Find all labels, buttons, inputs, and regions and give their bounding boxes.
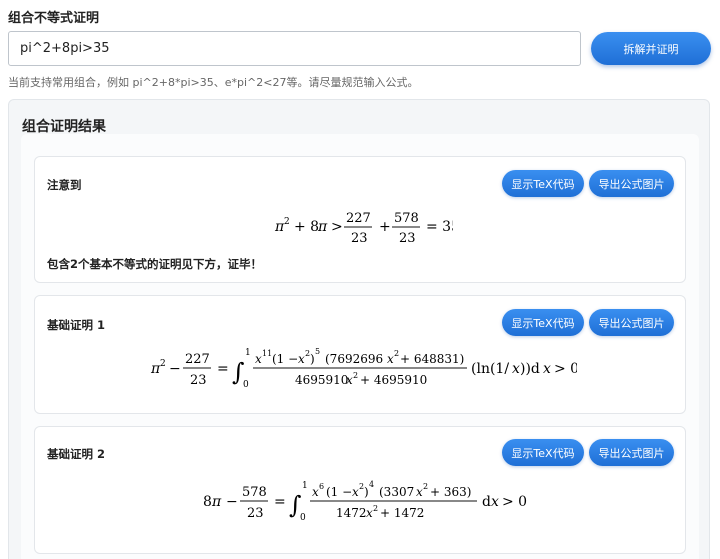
svg-text:4695910: 4695910	[295, 373, 348, 387]
card-title: 基础证明 2	[47, 447, 106, 461]
svg-text:x: x	[543, 361, 551, 377]
show-tex-button[interactable]: 显示TeX代码	[502, 170, 584, 197]
svg-text:1: 1	[302, 481, 308, 491]
hint-text: 当前支持常用组合，例如 pi^2+8*pi>35、e*pi^2<27等。请尽量规…	[8, 76, 419, 89]
svg-text:+ 4695910: + 4695910	[360, 373, 427, 387]
svg-text:5: 5	[315, 347, 320, 356]
formula-summary: π 2 + 8 π > 227 23 + 578 23 = 35	[274, 211, 453, 246]
input-row: 拆解并证明	[8, 31, 712, 67]
svg-text:))d: ))d	[520, 361, 540, 377]
svg-text:): )	[310, 352, 315, 366]
svg-text:2: 2	[160, 359, 166, 369]
svg-text:2: 2	[423, 482, 428, 491]
svg-text:0: 0	[300, 513, 306, 523]
svg-text:11: 11	[262, 349, 272, 358]
svg-text:578: 578	[394, 211, 419, 226]
svg-text:x: x	[512, 361, 520, 377]
prove-button[interactable]: 拆解并证明	[591, 32, 711, 65]
svg-text:1: 1	[245, 348, 251, 358]
svg-text:> 0: > 0	[502, 494, 527, 510]
card-summary: 注意到 显示TeX代码 导出公式图片 π 2 + 8 π > 227 23 + …	[34, 156, 686, 283]
summary-footer: 包含2个基本不等式的证明见下方，证毕！	[47, 257, 262, 271]
svg-text:> 0: > 0	[554, 361, 577, 377]
result-title: 组合证明结果	[22, 119, 106, 135]
svg-text:= 35: = 35	[426, 219, 453, 235]
svg-text:x: x	[298, 352, 305, 366]
card-proof-1: 基础证明 1 显示TeX代码 导出公式图片 π 2 − 227 23 = ∫ 1…	[34, 295, 686, 414]
svg-text:+: +	[379, 219, 391, 235]
formula-proof-2: 8 π − 578 23 = ∫ 1 0 x 6 (1 − x 2 ) 4 (3…	[203, 480, 527, 523]
svg-text:+ 8: + 8	[294, 219, 319, 235]
svg-text:π: π	[211, 494, 222, 510]
svg-text:23: 23	[399, 231, 416, 246]
export-image-button[interactable]: 导出公式图片	[589, 170, 674, 197]
svg-text:2: 2	[284, 217, 290, 227]
result-inner: 注意到 显示TeX代码 导出公式图片 π 2 + 8 π > 227 23 + …	[21, 134, 699, 559]
svg-text:x: x	[387, 352, 394, 366]
svg-text:x: x	[491, 494, 499, 510]
svg-text:227: 227	[346, 211, 371, 226]
svg-text:4: 4	[369, 480, 374, 489]
svg-text:(1 −: (1 −	[272, 352, 298, 366]
svg-text:x: x	[312, 485, 319, 499]
export-image-button[interactable]: 导出公式图片	[589, 309, 674, 336]
svg-text:π: π	[317, 219, 328, 235]
svg-text:23: 23	[190, 373, 207, 388]
svg-text:0: 0	[243, 380, 249, 390]
svg-text:−: −	[169, 361, 181, 377]
svg-text:(3307: (3307	[379, 485, 414, 499]
svg-text:2: 2	[353, 371, 358, 380]
svg-text:x: x	[352, 485, 359, 499]
svg-text:x: x	[346, 373, 353, 387]
export-image-button[interactable]: 导出公式图片	[589, 439, 674, 466]
formula-input[interactable]	[8, 31, 581, 66]
svg-text:23: 23	[351, 231, 368, 246]
result-panel: 组合证明结果 注意到 显示TeX代码 导出公式图片 π 2 + 8 π > 22…	[8, 99, 710, 559]
svg-text:(7692696: (7692696	[325, 352, 383, 366]
svg-text:(ln(1/: (ln(1/	[471, 361, 509, 377]
svg-text:+ 363): + 363)	[430, 485, 471, 499]
svg-text:2: 2	[373, 504, 378, 513]
svg-text:2: 2	[394, 349, 399, 358]
svg-text:x: x	[255, 352, 262, 366]
card-title: 注意到	[47, 178, 82, 192]
svg-text:578: 578	[242, 485, 267, 500]
page-title: 组合不等式证明	[8, 11, 100, 26]
show-tex-button[interactable]: 显示TeX代码	[502, 439, 584, 466]
svg-text:=: =	[274, 494, 286, 510]
formula-proof-1: π 2 − 227 23 = ∫ 1 0 x 11 (1 − x 2 ) 5 (…	[150, 347, 577, 390]
svg-text:227: 227	[185, 352, 210, 367]
svg-text:>: >	[331, 219, 343, 235]
card-proof-2: 基础证明 2 显示TeX代码 导出公式图片 8 π − 578 23 = ∫ 1…	[34, 426, 686, 554]
svg-text:+ 1472: + 1472	[380, 506, 424, 520]
svg-text:(1 −: (1 −	[326, 485, 352, 499]
svg-text:−: −	[226, 494, 238, 510]
svg-text:8: 8	[203, 494, 212, 510]
svg-text:+ 648831): + 648831)	[400, 352, 464, 366]
show-tex-button[interactable]: 显示TeX代码	[502, 309, 584, 336]
svg-text:x: x	[366, 506, 373, 520]
svg-text:6: 6	[319, 482, 324, 491]
svg-text:d: d	[482, 494, 491, 510]
svg-text:): )	[364, 485, 369, 499]
svg-text:23: 23	[247, 506, 264, 521]
svg-text:=: =	[217, 361, 229, 377]
svg-text:1472: 1472	[336, 506, 367, 520]
card-title: 基础证明 1	[47, 318, 106, 332]
svg-text:x: x	[416, 485, 423, 499]
